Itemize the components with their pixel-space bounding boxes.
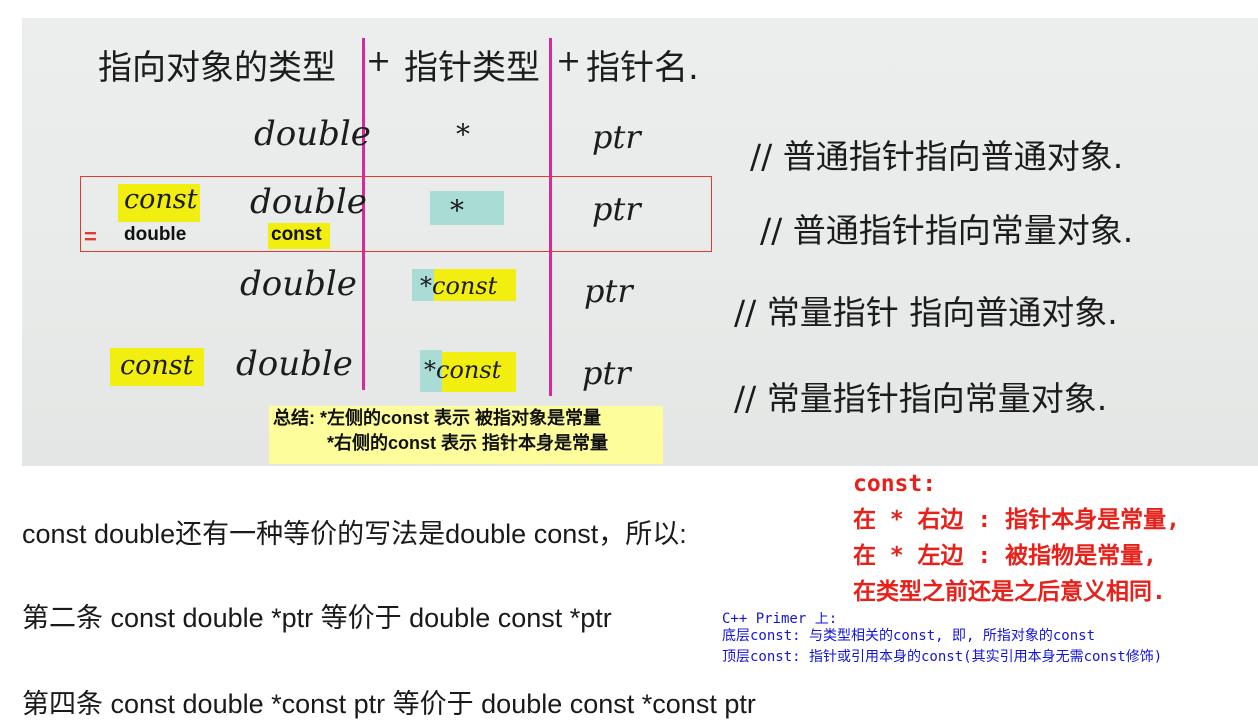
row2-type: double xyxy=(250,182,367,222)
row1-pointer-name: ptr xyxy=(592,118,641,156)
handwritten-photo: 指向对象的类型 + 指针类型 + 指针名. double * ptr // 普通… xyxy=(22,18,1258,466)
paragraph-second-rule: 第二条 const double *ptr 等价于 double const *… xyxy=(22,603,612,633)
header-plus-2: + xyxy=(556,44,582,79)
const-rule-right: 在 * 右边 : 指针本身是常量, xyxy=(853,507,1180,533)
cpp-primer-note: C++ Primer 上: 底层const: 与类型相关的const, 即, 所… xyxy=(722,612,1162,668)
row3-comment: // 常量指针 指向普通对象. xyxy=(734,293,1118,332)
paragraph-fourth-rule: 第四条 const double *const ptr 等价于 double c… xyxy=(22,689,756,719)
row1-comment: // 普通指针指向普通对象. xyxy=(750,137,1124,176)
equals-sign: = xyxy=(84,224,97,249)
row2-prefix: const xyxy=(124,184,198,215)
row4-prefix: const xyxy=(120,350,194,381)
row4-type: double xyxy=(236,344,353,384)
row3-type: double xyxy=(240,264,357,304)
summary-line-2: *右侧的const 表示 指针本身是常量 xyxy=(327,433,609,453)
primer-title: C++ Primer 上: xyxy=(722,612,838,626)
header-plus-1: + xyxy=(366,44,392,79)
equiv-word-double: double xyxy=(124,224,187,245)
row4-comment: // 常量指针指向常量对象. xyxy=(734,379,1108,418)
row3-pointer-type: *const xyxy=(420,272,498,300)
row4-pointer-type: *const xyxy=(424,356,502,384)
row1-type: double xyxy=(254,114,371,154)
paragraph-equivalent-form: const double还有一种等价的写法是double const，所以: xyxy=(22,519,687,549)
star-highlight-row2 xyxy=(430,191,504,225)
row3-pointer-name: ptr xyxy=(584,272,633,310)
const-rule-left: 在 * 左边 : 被指物是常量, xyxy=(853,543,1157,569)
primer-low-level-const: 底层const: 与类型相关的const, 即, 所指对象的const xyxy=(722,628,1096,644)
header-pointer-type: 指针类型 xyxy=(404,48,540,88)
row2-comment: // 普通指针指向常量对象. xyxy=(760,211,1134,250)
summary-box: 总结: *左侧的const 表示 被指对象是常量 *右侧的const 表示 指针… xyxy=(269,406,663,464)
const-rule-order: 在类型之前还是之后意义相同. xyxy=(853,579,1166,605)
row2-pointer-type: * xyxy=(450,194,464,227)
const-rule-title: const: xyxy=(853,471,937,497)
row1-pointer-type: * xyxy=(456,118,470,151)
equiv-word-const: const xyxy=(271,224,322,245)
header-pointee-type: 指向对象的类型 xyxy=(98,48,336,88)
row2-pointer-name: ptr xyxy=(592,190,641,228)
row4-pointer-name: ptr xyxy=(582,354,631,392)
primer-top-level-const: 顶层const: 指针或引用本身的const(其实引用本身无需const修饰) xyxy=(722,649,1163,665)
header-pointer-name: 指针名. xyxy=(586,48,699,88)
summary-line-1: 总结: *左侧的const 表示 被指对象是常量 xyxy=(273,408,602,428)
const-rule-note: const: 在 * 右边 : 指针本身是常量, 在 * 左边 : 被指物是常量… xyxy=(853,466,1180,610)
